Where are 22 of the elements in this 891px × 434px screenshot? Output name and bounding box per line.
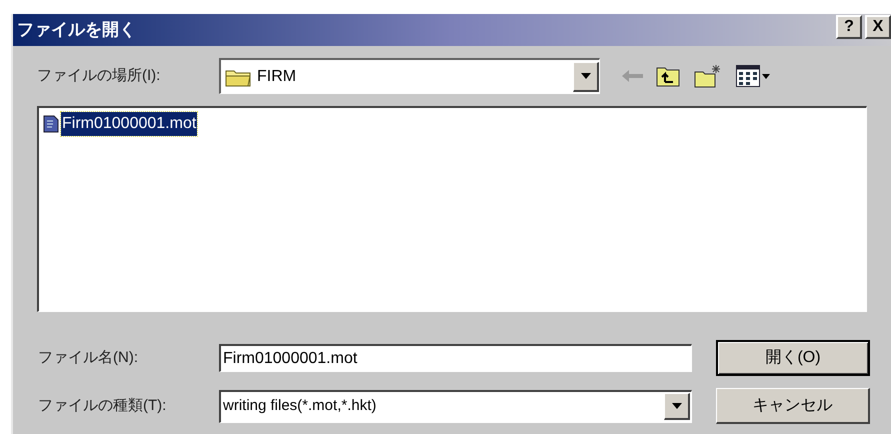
file-name-label: ファイル名(N): xyxy=(38,348,139,368)
location-dropdown[interactable]: FIRM xyxy=(219,58,600,94)
caret-icon xyxy=(580,73,590,79)
file-type-value: writing files(*.mot,*.hkt) xyxy=(223,396,378,416)
folder-up-icon[interactable] xyxy=(656,65,680,87)
file-icon xyxy=(43,115,59,133)
dropdown-button[interactable] xyxy=(573,62,599,92)
dropdown-button[interactable] xyxy=(664,393,690,420)
file-type-label: ファイルの種類(T): xyxy=(38,396,168,416)
window-title: ファイルを開く xyxy=(17,19,136,42)
caret-icon xyxy=(672,403,682,409)
view-menu-icon[interactable] xyxy=(736,65,770,87)
open-button[interactable]: 開く(O) xyxy=(716,340,870,376)
file-type-dropdown[interactable]: writing files(*.mot,*.hkt) xyxy=(219,390,692,422)
file-name-field[interactable]: Firm01000001.mot xyxy=(219,344,692,372)
cancel-button[interactable]: キャンセル xyxy=(716,388,870,424)
file-item[interactable]: Firm01000001.mot xyxy=(61,112,198,136)
location-label: ファイルの場所(I): xyxy=(37,66,162,86)
help-button[interactable]: ? xyxy=(836,15,862,39)
location-value: FIRM xyxy=(257,66,298,86)
close-button[interactable]: X xyxy=(865,15,891,39)
new-folder-icon[interactable] xyxy=(694,64,722,88)
